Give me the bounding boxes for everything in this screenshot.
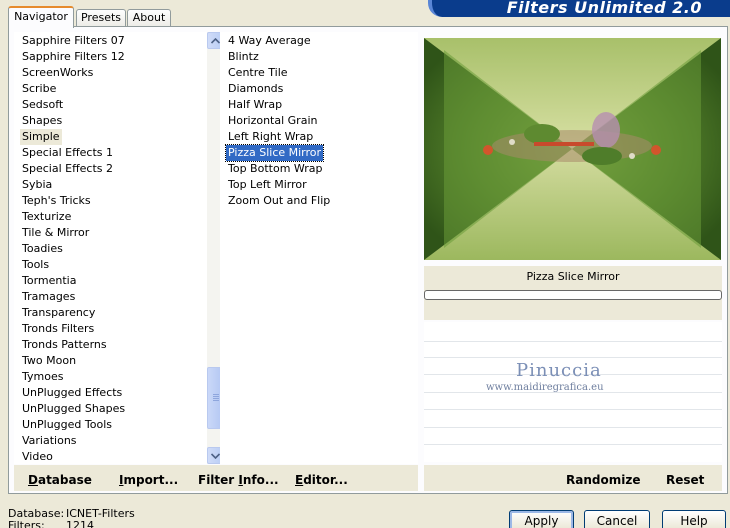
filter-item[interactable]: Left Right Wrap: [226, 129, 315, 145]
progress-bar: [424, 290, 722, 300]
command-bar-right: Randomize Reset: [424, 465, 722, 491]
filter-item[interactable]: Zoom Out and Flip: [226, 193, 332, 209]
category-item[interactable]: Tormentia: [20, 273, 78, 289]
chevron-down-icon: [210, 453, 221, 460]
preview-artwork: [424, 38, 721, 260]
category-list[interactable]: Sapphire Filters 07 Sapphire Filters 12 Sc…: [14, 32, 224, 465]
filter-item[interactable]: Pizza Slice Mirror: [224, 144, 325, 162]
category-item[interactable]: UnPlugged Shapes: [20, 401, 127, 417]
category-item[interactable]: Scribe: [20, 81, 58, 97]
category-item[interactable]: Variations: [20, 433, 79, 449]
reset-button[interactable]: Reset: [666, 473, 704, 487]
filter-item[interactable]: Top Left Mirror: [226, 177, 309, 193]
category-item[interactable]: Toadies: [20, 241, 65, 257]
filter-item[interactable]: Blintz: [226, 49, 261, 65]
category-item[interactable]: UnPlugged Effects: [20, 385, 124, 401]
category-item[interactable]: Sapphire Filters 12: [20, 49, 127, 65]
category-item[interactable]: UnPlugged Tools: [20, 417, 114, 433]
watermark-url: www.maidiregrafica.eu: [486, 382, 604, 393]
category-item[interactable]: Tile & Mirror: [20, 225, 91, 241]
category-item[interactable]: Sapphire Filters 07: [20, 33, 127, 49]
category-item[interactable]: Transparency: [20, 305, 97, 321]
editor-button[interactable]: Editor...: [295, 473, 348, 487]
category-item[interactable]: ScreenWorks: [20, 65, 95, 81]
category-item[interactable]: Special Effects 2: [20, 161, 115, 177]
filter-item[interactable]: Half Wrap: [226, 97, 284, 113]
filter-list[interactable]: 4 Way Average Blintz Centre Tile Diamonds Ha…: [220, 32, 418, 464]
category-item[interactable]: Special Effects 1: [20, 145, 115, 161]
category-item[interactable]: Sybia: [20, 177, 54, 193]
category-item[interactable]: Tymoes: [20, 369, 65, 385]
category-item[interactable]: Two Moon: [20, 353, 78, 369]
category-item[interactable]: Tronds Filters: [20, 321, 96, 337]
category-item[interactable]: Shapes: [20, 113, 64, 129]
filter-info-button[interactable]: Filter Info...: [198, 473, 279, 487]
database-button[interactable]: Database: [28, 473, 92, 487]
category-item[interactable]: Teph's Tricks: [20, 193, 93, 209]
watermark-title: Pinuccia: [516, 360, 602, 381]
preview-image: [424, 38, 721, 260]
tab-navigator[interactable]: Navigator: [8, 6, 74, 28]
parameters-area: Pinuccia www.maidiregrafica.eu: [424, 322, 722, 462]
filter-item[interactable]: 4 Way Average: [226, 33, 313, 49]
category-item[interactable]: Video: [20, 449, 55, 465]
window-title: Filters Unlimited 2.0: [506, 0, 702, 17]
randomize-button[interactable]: Randomize: [566, 473, 640, 487]
tab-about[interactable]: About: [127, 9, 171, 27]
cancel-button[interactable]: Cancel: [584, 510, 650, 528]
category-item[interactable]: Simple: [20, 129, 62, 145]
category-item[interactable]: Texturize: [20, 209, 73, 225]
tab-presets[interactable]: Presets: [76, 9, 126, 27]
category-item[interactable]: Tramages: [20, 289, 77, 305]
filter-item[interactable]: Horizontal Grain: [226, 113, 319, 129]
current-filter-name: Pizza Slice Mirror: [526, 270, 620, 283]
import-button[interactable]: Import...: [119, 473, 178, 487]
filters-count-value: 1214: [66, 519, 94, 528]
title-banner: Filters Unlimited 2.0: [428, 0, 730, 17]
filter-item[interactable]: Centre Tile: [226, 65, 290, 81]
category-item[interactable]: Tronds Patterns: [20, 337, 109, 353]
chevron-up-icon: [210, 37, 221, 44]
filter-item[interactable]: Top Bottom Wrap: [226, 161, 325, 177]
category-item[interactable]: Tools: [20, 257, 51, 273]
category-item[interactable]: Sedsoft: [20, 97, 65, 113]
filter-name-area: Pizza Slice Mirror: [424, 266, 722, 320]
filters-count-label: Filters:: [8, 519, 45, 528]
help-button[interactable]: Help: [662, 510, 726, 528]
command-bar-left: Database Import... Filter Info... Editor…: [14, 465, 418, 491]
filter-item[interactable]: Diamonds: [226, 81, 285, 97]
apply-button[interactable]: Apply: [509, 510, 574, 528]
database-info: Database: ICNET-Filters Filters: 1214: [8, 508, 135, 528]
